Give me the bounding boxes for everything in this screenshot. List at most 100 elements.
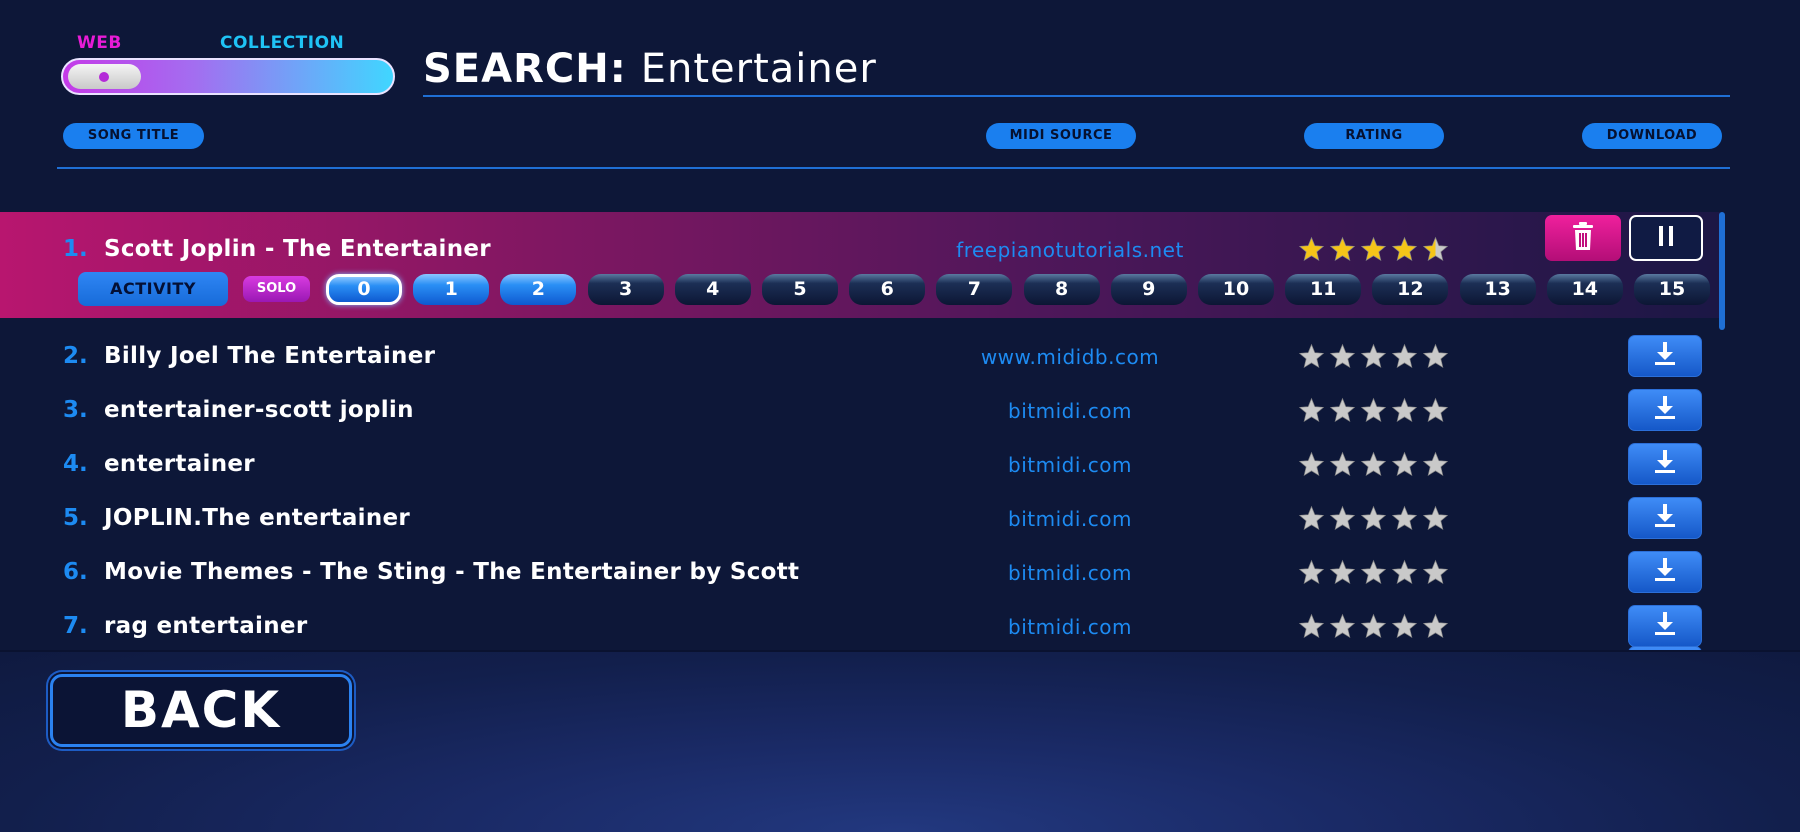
star-icon[interactable] — [1298, 613, 1325, 640]
star-icon[interactable] — [1391, 451, 1418, 478]
song-title[interactable]: Movie Themes - The Sting - The Entertain… — [104, 559, 799, 585]
download-icon — [1653, 611, 1677, 641]
column-header-download[interactable]: DOWNLOAD — [1582, 123, 1722, 149]
result-row[interactable]: 3. entertainer-scott joplin bitmidi.com — [0, 385, 1800, 437]
rating-stars[interactable] — [1298, 613, 1449, 640]
channel-button-15[interactable]: 15 — [1634, 274, 1710, 305]
column-header-rating[interactable]: RATING — [1304, 123, 1444, 149]
delete-button[interactable] — [1545, 215, 1621, 261]
star-icon[interactable] — [1391, 559, 1418, 586]
star-icon[interactable] — [1298, 236, 1325, 263]
channel-button-11[interactable]: 11 — [1285, 274, 1362, 305]
star-icon[interactable] — [1298, 397, 1325, 424]
channel-button-10[interactable]: 10 — [1198, 274, 1274, 305]
scrollbar[interactable] — [1719, 212, 1725, 330]
download-button[interactable] — [1628, 443, 1702, 485]
channel-button-7[interactable]: 7 — [936, 274, 1013, 305]
star-icon[interactable] — [1298, 559, 1325, 586]
star-icon[interactable] — [1329, 236, 1356, 263]
column-header-midi-source[interactable]: MIDI SOURCE — [986, 123, 1136, 149]
star-icon[interactable] — [1329, 451, 1356, 478]
star-icon[interactable] — [1360, 559, 1387, 586]
download-button[interactable] — [1628, 335, 1702, 377]
song-title[interactable]: rag entertainer — [104, 613, 307, 639]
star-icon[interactable] — [1329, 613, 1356, 640]
channel-button-0[interactable]: 0 — [326, 274, 402, 305]
star-icon[interactable] — [1422, 236, 1449, 263]
star-icon[interactable] — [1391, 343, 1418, 370]
channel-button-3[interactable]: 3 — [587, 274, 664, 305]
star-icon[interactable] — [1391, 613, 1418, 640]
download-button[interactable] — [1628, 389, 1702, 431]
web-collection-toggle[interactable] — [61, 58, 395, 95]
rating-stars[interactable] — [1298, 397, 1449, 424]
star-icon[interactable] — [1329, 343, 1356, 370]
channel-button-13[interactable]: 13 — [1459, 274, 1536, 305]
song-title[interactable]: Billy Joel The Entertainer — [104, 343, 435, 369]
pause-button[interactable] — [1629, 215, 1703, 261]
channel-button-1[interactable]: 1 — [413, 274, 490, 305]
toggle-knob[interactable] — [68, 64, 141, 89]
star-icon[interactable] — [1298, 343, 1325, 370]
star-icon[interactable] — [1360, 343, 1387, 370]
star-icon[interactable] — [1329, 505, 1356, 532]
rating-stars[interactable] — [1298, 505, 1449, 532]
result-row[interactable]: 1. Scott Joplin - The Entertainer freepian… — [0, 224, 1800, 276]
star-icon[interactable] — [1360, 505, 1387, 532]
solo-button[interactable]: SOLO — [243, 276, 310, 302]
star-icon[interactable] — [1422, 613, 1449, 640]
song-title[interactable]: entertainer — [104, 451, 255, 477]
channel-button-14[interactable]: 14 — [1546, 274, 1623, 305]
midi-source-link[interactable]: bitmidi.com — [920, 399, 1220, 423]
column-header-song-title[interactable]: SONG TITLE — [63, 123, 204, 149]
star-icon[interactable] — [1298, 451, 1325, 478]
star-icon[interactable] — [1329, 559, 1356, 586]
channel-button-4[interactable]: 4 — [674, 274, 751, 305]
midi-source-link[interactable]: www.mididb.com — [920, 345, 1220, 369]
midi-source-link[interactable]: freepianotutorials.net — [920, 238, 1220, 262]
star-icon[interactable] — [1422, 343, 1449, 370]
channel-button-6[interactable]: 6 — [849, 274, 926, 305]
star-icon[interactable] — [1422, 397, 1449, 424]
star-icon[interactable] — [1360, 613, 1387, 640]
star-icon[interactable] — [1422, 559, 1449, 586]
star-icon[interactable] — [1391, 397, 1418, 424]
star-icon[interactable] — [1360, 451, 1387, 478]
channel-button-2[interactable]: 2 — [500, 274, 577, 305]
rating-stars[interactable] — [1298, 343, 1449, 370]
back-button[interactable]: BACK — [50, 674, 352, 747]
rating-stars[interactable] — [1298, 236, 1449, 263]
star-icon[interactable] — [1360, 397, 1387, 424]
download-button[interactable] — [1628, 497, 1702, 539]
star-icon[interactable] — [1298, 505, 1325, 532]
download-button[interactable] — [1628, 551, 1702, 593]
star-icon[interactable] — [1422, 451, 1449, 478]
midi-source-link[interactable]: bitmidi.com — [920, 615, 1220, 639]
rating-stars[interactable] — [1298, 451, 1449, 478]
star-icon[interactable] — [1391, 505, 1418, 532]
download-button[interactable] — [1628, 605, 1702, 647]
result-row[interactable]: 6. Movie Themes - The Sting - The Enterta… — [0, 547, 1800, 599]
midi-source-link[interactable]: bitmidi.com — [920, 561, 1220, 585]
download-icon — [1653, 395, 1677, 425]
song-title[interactable]: entertainer-scott joplin — [104, 397, 414, 423]
channel-button-8[interactable]: 8 — [1023, 274, 1100, 305]
search-query: Entertainer — [640, 46, 877, 92]
result-row[interactable]: 4. entertainer bitmidi.com — [0, 439, 1800, 491]
activity-button[interactable]: ACTIVITY — [78, 272, 228, 306]
rating-stars[interactable] — [1298, 559, 1449, 586]
song-title[interactable]: Scott Joplin - The Entertainer — [104, 236, 491, 262]
channel-button-5[interactable]: 5 — [762, 274, 838, 305]
midi-source-link[interactable]: bitmidi.com — [920, 507, 1220, 531]
star-icon[interactable] — [1391, 236, 1418, 263]
star-icon[interactable] — [1329, 397, 1356, 424]
result-row[interactable]: 5. JOPLIN.The entertainer bitmidi.com — [0, 493, 1800, 545]
channel-button-9[interactable]: 9 — [1110, 274, 1187, 305]
star-icon[interactable] — [1422, 505, 1449, 532]
midi-source-link[interactable]: bitmidi.com — [920, 453, 1220, 477]
result-row[interactable]: 2. Billy Joel The Entertainer www.mididb.c… — [0, 331, 1800, 383]
song-title[interactable]: JOPLIN.The entertainer — [104, 505, 410, 531]
star-icon[interactable] — [1360, 236, 1387, 263]
channel-button-12[interactable]: 12 — [1372, 274, 1449, 305]
result-row[interactable]: 7. rag entertainer bitmidi.com — [0, 601, 1800, 650]
